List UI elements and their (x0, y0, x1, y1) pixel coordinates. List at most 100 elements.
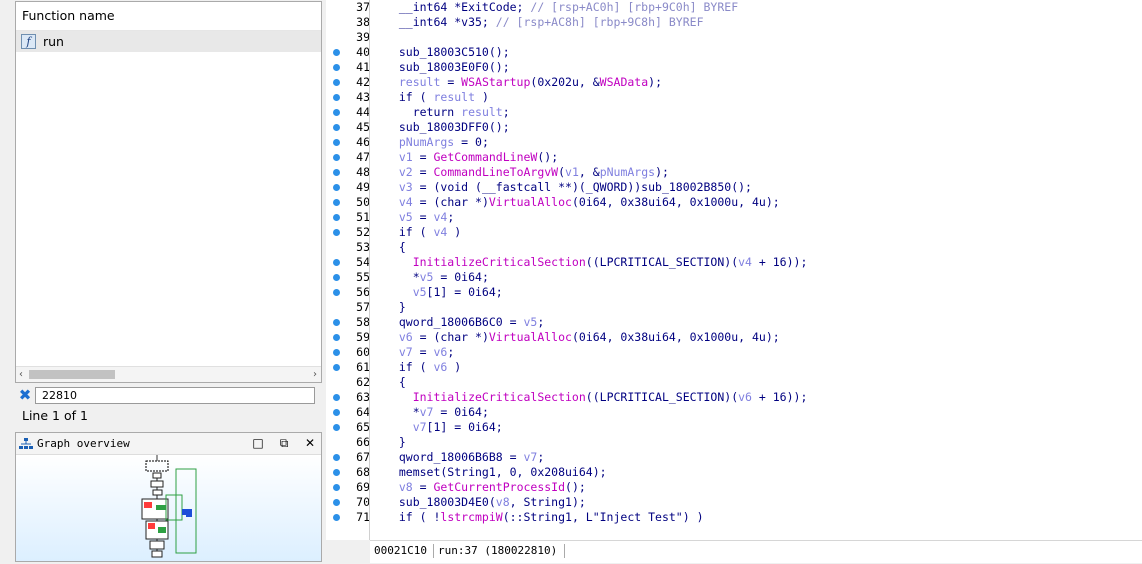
code-token: (0x202u, & (530, 75, 600, 89)
code-token: ; (537, 315, 545, 329)
code-token: pNumArgs (385, 135, 455, 149)
code-line[interactable]: 64 *v7 = 0i64; (326, 405, 1142, 420)
scroll-left-arrow-icon[interactable]: ‹ (19, 367, 23, 382)
code-line[interactable]: 68 memset(String1, 0, 0x208ui64); (326, 465, 1142, 480)
code-line[interactable]: 50 v4 = (char *)VirtualAlloc(0i64, 0x38u… (326, 195, 1142, 210)
code-line[interactable]: 54 InitializeCriticalSection((LPCRITICAL… (326, 255, 1142, 270)
code-line[interactable]: 51 v5 = v4; (326, 210, 1142, 225)
scrollbar-thumb[interactable] (29, 370, 115, 379)
code-line[interactable]: 47 v1 = GetCommandLineW(); (326, 150, 1142, 165)
clear-search-icon[interactable]: ✖ (15, 386, 35, 404)
code-text: __int64 *v35; // [rsp+AC8h] [rbp+9C8h] B… (385, 15, 704, 30)
line-number: 63 (356, 390, 370, 404)
restore-icon[interactable]: ⧉ (277, 436, 291, 451)
graph-overview-title: Graph overview (37, 437, 130, 450)
code-token: (0i64, 0x38ui64, 0x1000u, 4u); (571, 195, 780, 209)
line-number: 67 (356, 450, 370, 464)
code-line[interactable]: 71 if ( !lstrcmpiW(::String1, L"Inject T… (326, 510, 1142, 525)
graph-overview-header: Graph overview □ ⧉ ✕ (16, 433, 321, 455)
code-token: v7 (419, 405, 434, 419)
function-name-column-header[interactable]: Function name (16, 2, 321, 31)
code-line[interactable]: 42 result = WSAStartup(0x202u, &WSAData)… (326, 75, 1142, 90)
code-token: ); (648, 75, 662, 89)
code-text: v2 = CommandLineToArgvW(v1, &pNumArgs); (385, 165, 669, 180)
line-number: 57 (356, 300, 370, 314)
function-list-item[interactable]: f run (16, 31, 321, 52)
code-line[interactable]: 48 v2 = CommandLineToArgvW(v1, &pNumArgs… (326, 165, 1142, 180)
code-token: ) (475, 90, 489, 104)
close-icon[interactable]: ✕ (303, 436, 317, 450)
code-line[interactable]: 46 pNumArgs = 0; (326, 135, 1142, 150)
search-input[interactable] (35, 386, 315, 404)
code-line[interactable]: 63 InitializeCriticalSection((LPCRITICAL… (326, 390, 1142, 405)
code-line[interactable]: 53 { (326, 240, 1142, 255)
line-number: 53 (356, 240, 370, 254)
line-number: 50 (356, 195, 370, 209)
code-token: = (440, 75, 462, 89)
code-token: result (385, 75, 441, 89)
code-token: { (385, 375, 406, 389)
code-line[interactable]: 55 *v5 = 0i64; (326, 270, 1142, 285)
code-text: v4 = (char *)VirtualAlloc(0i64, 0x38ui64… (385, 195, 780, 210)
code-token: ); (655, 165, 669, 179)
code-token: + 16)); (751, 390, 808, 404)
code-token: = (412, 150, 434, 164)
code-token: v5 (419, 270, 434, 284)
code-token: ((LPCRITICAL_SECTION)( (585, 255, 739, 269)
line-number: 37 (356, 0, 370, 14)
code-line[interactable]: 58 qword_18006B6C0 = v5; (326, 315, 1142, 330)
maximize-icon[interactable]: □ (251, 436, 265, 450)
code-line[interactable]: 39 (326, 30, 1142, 45)
code-token: // [rsp+AC8h] [rbp+9C8h] BYREF (495, 15, 704, 29)
code-line[interactable]: 60 v7 = v6; (326, 345, 1142, 360)
line-number: 66 (356, 435, 370, 449)
code-line[interactable]: 65 v7[1] = 0i64; (326, 420, 1142, 435)
graph-thumbnail (141, 455, 197, 558)
code-line[interactable]: 61 if ( v6 ) (326, 360, 1142, 375)
code-line[interactable]: 43 if ( result ) (326, 90, 1142, 105)
code-token: if ( (385, 360, 434, 374)
code-token: // [rsp+AC0h] [rbp+9C0h] BYREF (530, 0, 739, 14)
code-line[interactable]: 66 } (326, 435, 1142, 450)
code-token: { (385, 240, 406, 254)
line-number: 69 (356, 480, 370, 494)
code-line[interactable]: 69 v8 = GetCurrentProcessId(); (326, 480, 1142, 495)
code-line[interactable]: 40 sub_18003C510(); (326, 45, 1142, 60)
code-line[interactable]: 37 __int64 *ExitCode; // [rsp+AC0h] [rbp… (326, 0, 1142, 15)
code-line[interactable]: 38 __int64 *v35; // [rsp+AC8h] [rbp+9C8h… (326, 15, 1142, 30)
horizontal-scrollbar[interactable]: ‹ › (16, 366, 321, 382)
graph-overview-canvas[interactable] (16, 455, 321, 561)
code-text: *v7 = 0i64; (385, 405, 489, 420)
code-token: VirtualAlloc (488, 330, 572, 344)
code-line[interactable]: 49 v3 = (void (__fastcall **)(_QWORD))su… (326, 180, 1142, 195)
code-line[interactable]: 67 qword_18006B6B8 = v7; (326, 450, 1142, 465)
scroll-right-arrow-icon[interactable]: › (313, 367, 317, 382)
code-token: v1 (565, 165, 579, 179)
code-line[interactable]: 45 sub_18003DFF0(); (326, 120, 1142, 135)
code-line[interactable]: 44 return result; (326, 105, 1142, 120)
code-token: result (461, 105, 503, 119)
code-token: InitializeCriticalSection (385, 390, 586, 404)
code-token: = (char *) (412, 195, 489, 209)
code-line[interactable]: 70 sub_18003D4E0(v8, String1); (326, 495, 1142, 510)
code-line[interactable]: 41 sub_18003E0F0(); (326, 60, 1142, 75)
code-token: qword_18006B6C0 = (385, 315, 524, 329)
code-line[interactable]: 52 if ( v4 ) (326, 225, 1142, 240)
code-token: v4 (433, 225, 448, 239)
code-token: (); (537, 150, 559, 164)
code-text: v6 = (char *)VirtualAlloc(0i64, 0x38ui64… (385, 330, 780, 345)
code-token: , & (578, 165, 600, 179)
code-token: return (385, 105, 462, 119)
code-token: v3 (385, 180, 413, 194)
code-text: v7 = v6; (385, 345, 454, 360)
code-token: if ( ! (385, 510, 441, 524)
code-text: qword_18006B6C0 = v5; (385, 315, 544, 330)
code-line[interactable]: 59 v6 = (char *)VirtualAlloc(0i64, 0x38u… (326, 330, 1142, 345)
line-number: 65 (356, 420, 370, 434)
code-token: , String1); (509, 495, 586, 509)
code-line[interactable]: 56 v5[1] = 0i64; (326, 285, 1142, 300)
code-line[interactable]: 57 } (326, 300, 1142, 315)
pseudocode-view[interactable]: 37 __int64 *ExitCode; // [rsp+AC0h] [rbp… (326, 0, 1142, 540)
code-line[interactable]: 62 { (326, 375, 1142, 390)
code-token: v1 (385, 150, 413, 164)
